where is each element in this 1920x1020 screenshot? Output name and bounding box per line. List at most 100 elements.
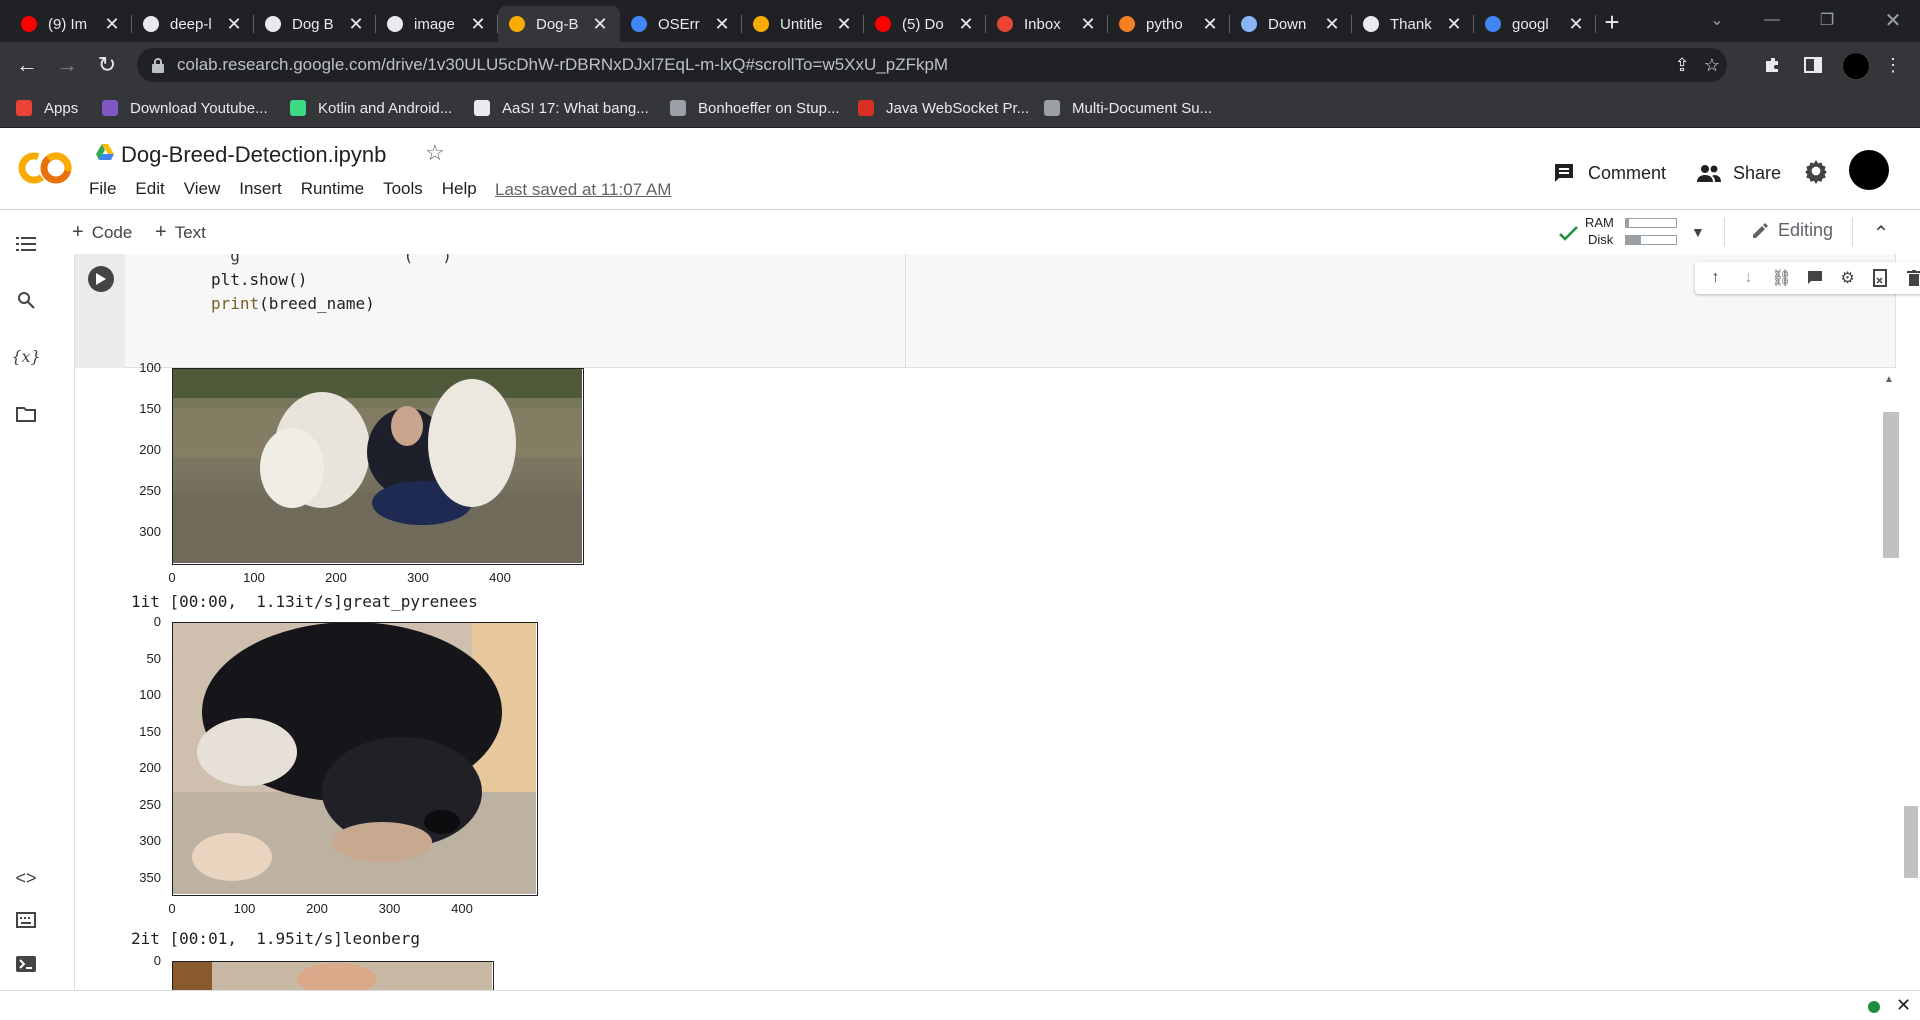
browser-tab[interactable]: pytho ✕ <box>1108 6 1230 42</box>
resources-indicator[interactable]: RAM Disk ▼ <box>1553 214 1713 250</box>
scroll-up-arrow-icon[interactable]: ▲ <box>1884 374 1894 385</box>
account-avatar[interactable] <box>1849 150 1889 190</box>
files-folder-icon[interactable] <box>12 400 40 428</box>
back-button[interactable]: ← <box>12 50 42 80</box>
bookmark-item[interactable]: Apps <box>14 96 78 120</box>
terminal-icon[interactable] <box>12 950 40 978</box>
bookmarks-bar: Apps Download Youtube... Kotlin and Androi… <box>0 88 1920 128</box>
menu-item-tools[interactable]: Tools <box>383 179 423 199</box>
close-tab-icon[interactable]: ✕ <box>1078 14 1098 34</box>
close-status-icon[interactable]: ✕ <box>1896 995 1911 1016</box>
extensions-icon[interactable] <box>1760 52 1786 78</box>
variables-icon[interactable]: {x} <box>11 342 40 370</box>
command-palette-icon[interactable] <box>12 906 40 934</box>
code-snippets-icon[interactable]: <> <box>12 864 40 892</box>
collapse-header-icon[interactable]: ⌃ <box>1868 220 1894 246</box>
comment-icon[interactable] <box>1803 266 1827 290</box>
browser-tab[interactable]: Down ✕ <box>1230 6 1352 42</box>
close-tab-icon[interactable]: ✕ <box>1444 14 1464 34</box>
close-tab-icon[interactable]: ✕ <box>102 14 122 34</box>
code-cell[interactable]: g ( ) plt.show() print(breed_name) ↑ ↓ ⛓ ⚙ <box>74 254 1920 368</box>
close-tab-icon[interactable]: ✕ <box>468 14 488 34</box>
delete-trash-icon[interactable] <box>1902 266 1920 290</box>
menu-item-insert[interactable]: Insert <box>239 179 282 199</box>
bookmark-star-icon[interactable]: ☆ <box>1701 54 1723 76</box>
link-icon[interactable]: ⛓ <box>1770 266 1794 290</box>
comment-button[interactable]: Comment <box>1552 158 1666 188</box>
browser-tab[interactable]: image ✕ <box>376 6 498 42</box>
share-page-icon[interactable]: ⇪ <box>1671 54 1693 76</box>
close-tab-icon[interactable]: ✕ <box>1566 14 1586 34</box>
bookmark-item[interactable]: Bonhoeffer on Stup... <box>668 96 840 120</box>
y-tick-label: 100 <box>139 360 161 375</box>
omnibox[interactable]: colab.research.google.com/drive/1v30ULU5… <box>137 48 1727 82</box>
bookmark-item[interactable]: Java WebSocket Pr... <box>856 96 1029 120</box>
browser-tab[interactable]: (5) Do ✕ <box>864 6 986 42</box>
mirror-cell-icon[interactable] <box>1869 266 1893 290</box>
colab-logo[interactable] <box>16 150 74 186</box>
close-window-button[interactable]: ✕ <box>1866 0 1920 40</box>
page-scroll-thumb[interactable] <box>1904 806 1918 878</box>
close-tab-icon[interactable]: ✕ <box>346 14 366 34</box>
menu-kebab-icon[interactable]: ⋮ <box>1880 52 1906 78</box>
menu-item-file[interactable]: File <box>89 179 116 199</box>
connected-check-icon <box>1559 226 1578 241</box>
table-of-contents-icon[interactable] <box>12 230 40 258</box>
move-down-icon[interactable]: ↓ <box>1737 266 1761 290</box>
run-cell-button[interactable] <box>88 266 114 292</box>
add-code-button[interactable]: + Code <box>72 221 132 244</box>
browser-tab[interactable]: googl ✕ <box>1474 6 1596 42</box>
close-tab-icon[interactable]: ✕ <box>712 14 732 34</box>
close-tab-icon[interactable]: ✕ <box>1322 14 1342 34</box>
scroll-thumb[interactable] <box>1883 412 1899 558</box>
bookmark-item[interactable]: AaS! 17: What bang... <box>472 96 649 120</box>
browser-tab[interactable]: Dog-B ✕ <box>498 6 620 42</box>
browser-tab[interactable]: Thank ✕ <box>1352 6 1474 42</box>
browser-tab[interactable]: Inbox ✕ <box>986 6 1108 42</box>
tab-title: deep-l <box>170 15 212 33</box>
bookmark-item[interactable]: Kotlin and Android... <box>288 96 452 120</box>
settings-gear-icon[interactable]: ⚙ <box>1836 266 1860 290</box>
close-tab-icon[interactable]: ✕ <box>590 14 610 34</box>
dropdown-arrow-icon[interactable]: ▼ <box>1691 224 1705 240</box>
move-up-icon[interactable]: ↑ <box>1704 266 1728 290</box>
last-saved-link[interactable]: Last saved at 11:07 AM <box>495 180 671 200</box>
browser-tab[interactable]: (9) Im ✕ <box>10 6 132 42</box>
menu-item-view[interactable]: View <box>184 179 221 199</box>
code-editor[interactable]: g ( ) plt.show() print(breed_name) <box>211 254 452 316</box>
editing-mode-button[interactable]: Editing <box>1750 220 1833 241</box>
close-tab-icon[interactable]: ✕ <box>956 14 976 34</box>
star-notebook-icon[interactable]: ☆ <box>425 140 445 166</box>
share-button[interactable]: Share <box>1697 158 1781 188</box>
bookmark-item[interactable]: Multi-Document Su... <box>1042 96 1212 120</box>
reload-button[interactable]: ↻ <box>92 50 122 80</box>
browser-tab[interactable]: OSErr ✕ <box>620 6 742 42</box>
menu-item-runtime[interactable]: Runtime <box>301 179 364 199</box>
menu-item-edit[interactable]: Edit <box>135 179 164 199</box>
minimize-button[interactable]: — <box>1745 0 1799 40</box>
close-tab-icon[interactable]: ✕ <box>224 14 244 34</box>
x-tick-label: 400 <box>451 901 473 916</box>
restore-button[interactable]: ❐ <box>1800 0 1854 40</box>
menu-item-help[interactable]: Help <box>442 179 477 199</box>
browser-tab[interactable]: Untitle ✕ <box>742 6 864 42</box>
tab-search-icon[interactable]: ⌄ <box>1690 0 1744 40</box>
browser-tab[interactable]: deep-l ✕ <box>132 6 254 42</box>
notebook-title[interactable]: Dog-Breed-Detection.ipynb <box>121 142 386 168</box>
search-icon[interactable] <box>12 286 40 314</box>
google-icon <box>630 15 648 33</box>
bookmark-item[interactable]: Download Youtube... <box>100 96 268 120</box>
address-row: ← → ↻ colab.research.google.com/drive/1v… <box>0 42 1920 88</box>
add-text-button[interactable]: + Text <box>155 221 206 244</box>
profile-avatar[interactable] <box>1842 52 1870 80</box>
new-tab-button[interactable]: + <box>1596 6 1628 38</box>
output-scrollbar[interactable]: ▲ <box>1880 372 1900 990</box>
forward-button[interactable]: → <box>52 50 82 80</box>
close-tab-icon[interactable]: ✕ <box>834 14 854 34</box>
close-tab-icon[interactable]: ✕ <box>1200 14 1220 34</box>
bookmark-label: Multi-Document Su... <box>1072 99 1213 117</box>
settings-gear-icon[interactable] <box>1803 158 1829 184</box>
side-panel-icon[interactable] <box>1800 52 1826 78</box>
google-drive-icon[interactable] <box>96 144 114 160</box>
browser-tab[interactable]: Dog B ✕ <box>254 6 376 42</box>
